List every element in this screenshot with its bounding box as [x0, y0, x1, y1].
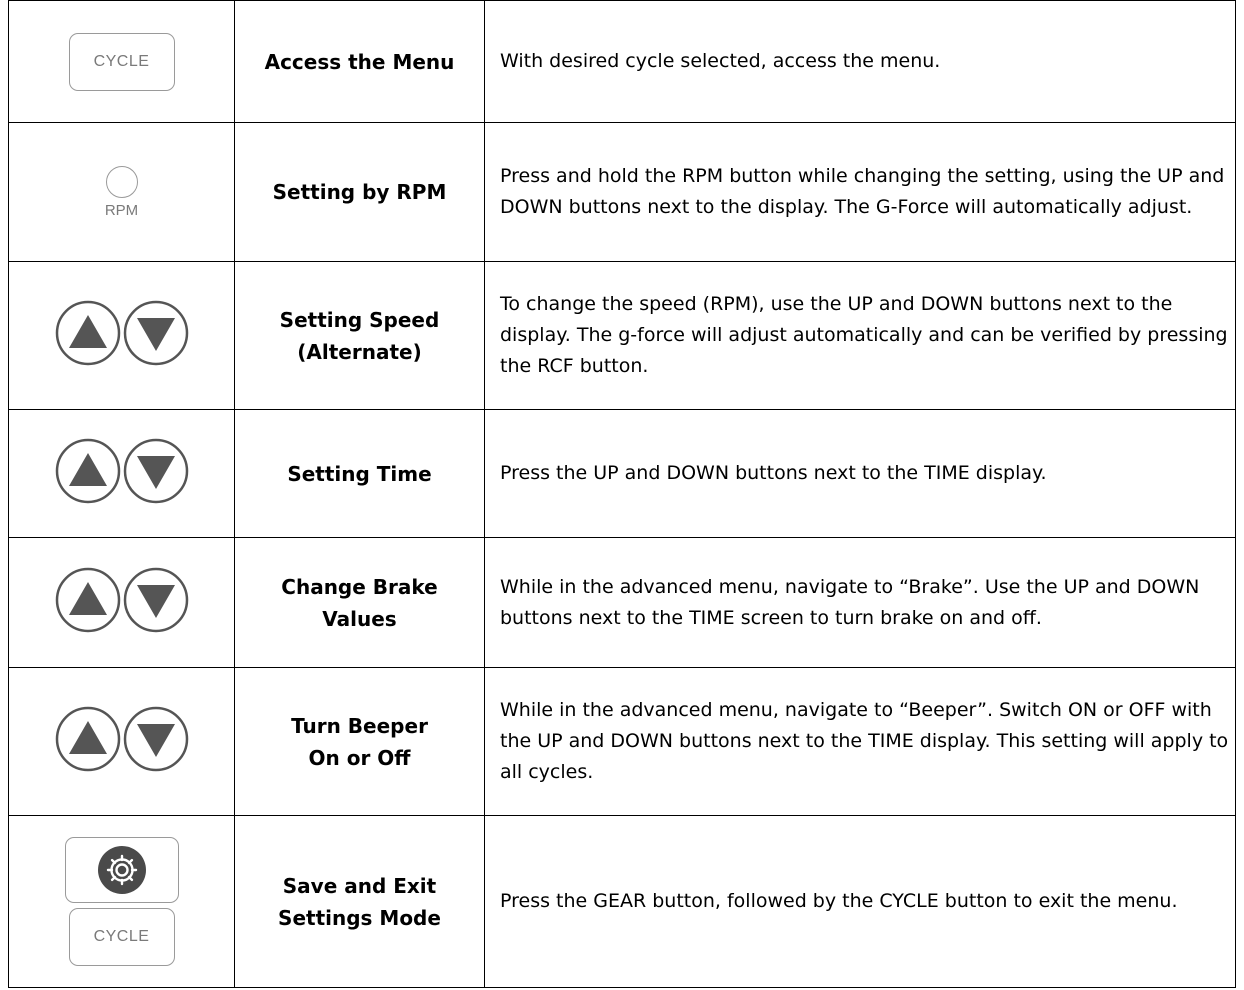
down-arrow-icon [123, 706, 188, 772]
row-label: Setting Time [234, 409, 485, 538]
cycle-button-icon: CYCLE [68, 908, 175, 966]
instructions-table: CYCLE Access the Menu With desired cycle… [8, 0, 1236, 988]
table-row: RPM Setting by RPM Press and hold the RP… [8, 122, 1236, 262]
row-label-line: Setting by RPM [272, 180, 447, 204]
icon-cell [8, 409, 235, 538]
row-description: Press the UP and DOWN buttons next to th… [484, 409, 1236, 538]
row-label: Turn Beeper On or Off [234, 667, 485, 816]
up-arrow-icon [55, 567, 120, 633]
row-description: Press and hold the RPM button while chan… [484, 122, 1236, 262]
row-label: Change Brake Values [234, 537, 485, 668]
row-label-line: On or Off [308, 745, 411, 770]
rpm-button-label: RPM [104, 201, 139, 219]
row-label-line: (Alternate) [297, 339, 422, 364]
table-row: Turn Beeper On or Off While in the advan… [8, 667, 1236, 816]
up-arrow-icon [55, 438, 120, 504]
row-label-line: Setting Speed [279, 307, 440, 332]
icon-cell: RPM [8, 122, 235, 262]
up-down-arrows-icon [55, 438, 189, 504]
row-description: While in the advanced menu, navigate to … [484, 667, 1236, 816]
row-label-line: Save and Exit [282, 873, 437, 898]
row-description: With desired cycle selected, access the … [484, 0, 1236, 123]
table-row: Setting Speed (Alternate) To change the … [8, 261, 1236, 410]
icon-cell [8, 537, 235, 668]
down-arrow-icon [123, 567, 188, 633]
up-down-arrows-icon [55, 706, 189, 772]
row-description: Press the GEAR button, followed by the C… [484, 815, 1236, 988]
row-label-line: Change Brake [281, 574, 438, 599]
icon-cell: CYCLE [8, 815, 235, 988]
cycle-button-icon: CYCLE [68, 32, 175, 91]
up-down-arrows-icon [55, 567, 189, 633]
row-label: Access the Menu [234, 0, 485, 123]
row-label-line: Access the Menu [264, 49, 455, 74]
table-row: Setting Time Press the UP and DOWN butto… [8, 409, 1236, 538]
rpm-circle-icon [105, 165, 138, 198]
table-row: CYCLE Access the Menu With desired cycle… [8, 0, 1236, 123]
row-label: Setting Speed (Alternate) [234, 261, 485, 410]
icon-cell [8, 261, 235, 410]
down-arrow-icon [123, 438, 188, 504]
gear-icon [97, 846, 146, 894]
row-label-line: Setting Time [287, 461, 432, 486]
table-row: CYCLE Save and Exit Settings Mode Press … [8, 815, 1236, 988]
gear-button-icon [64, 837, 179, 903]
row-label-line: Turn Beeper [291, 713, 428, 738]
table-row: Change Brake Values While in the advance… [8, 537, 1236, 668]
icon-cell [8, 667, 235, 816]
row-description: To change the speed (RPM), use the UP an… [484, 261, 1236, 410]
row-description: While in the advanced menu, navigate to … [484, 537, 1236, 668]
gear-and-cycle-buttons-icon: CYCLE [64, 837, 179, 966]
row-label-line: Settings Mode [278, 905, 441, 930]
up-arrow-icon [55, 706, 120, 772]
up-down-arrows-icon [55, 300, 189, 366]
up-arrow-icon [55, 300, 120, 366]
icon-cell: CYCLE [8, 0, 235, 123]
row-label: Setting by RPM [234, 122, 485, 262]
row-label-line: Values [322, 606, 397, 631]
row-label: Save and Exit Settings Mode [234, 815, 485, 988]
down-arrow-icon [123, 300, 188, 366]
rpm-button-icon: RPM [104, 165, 139, 219]
